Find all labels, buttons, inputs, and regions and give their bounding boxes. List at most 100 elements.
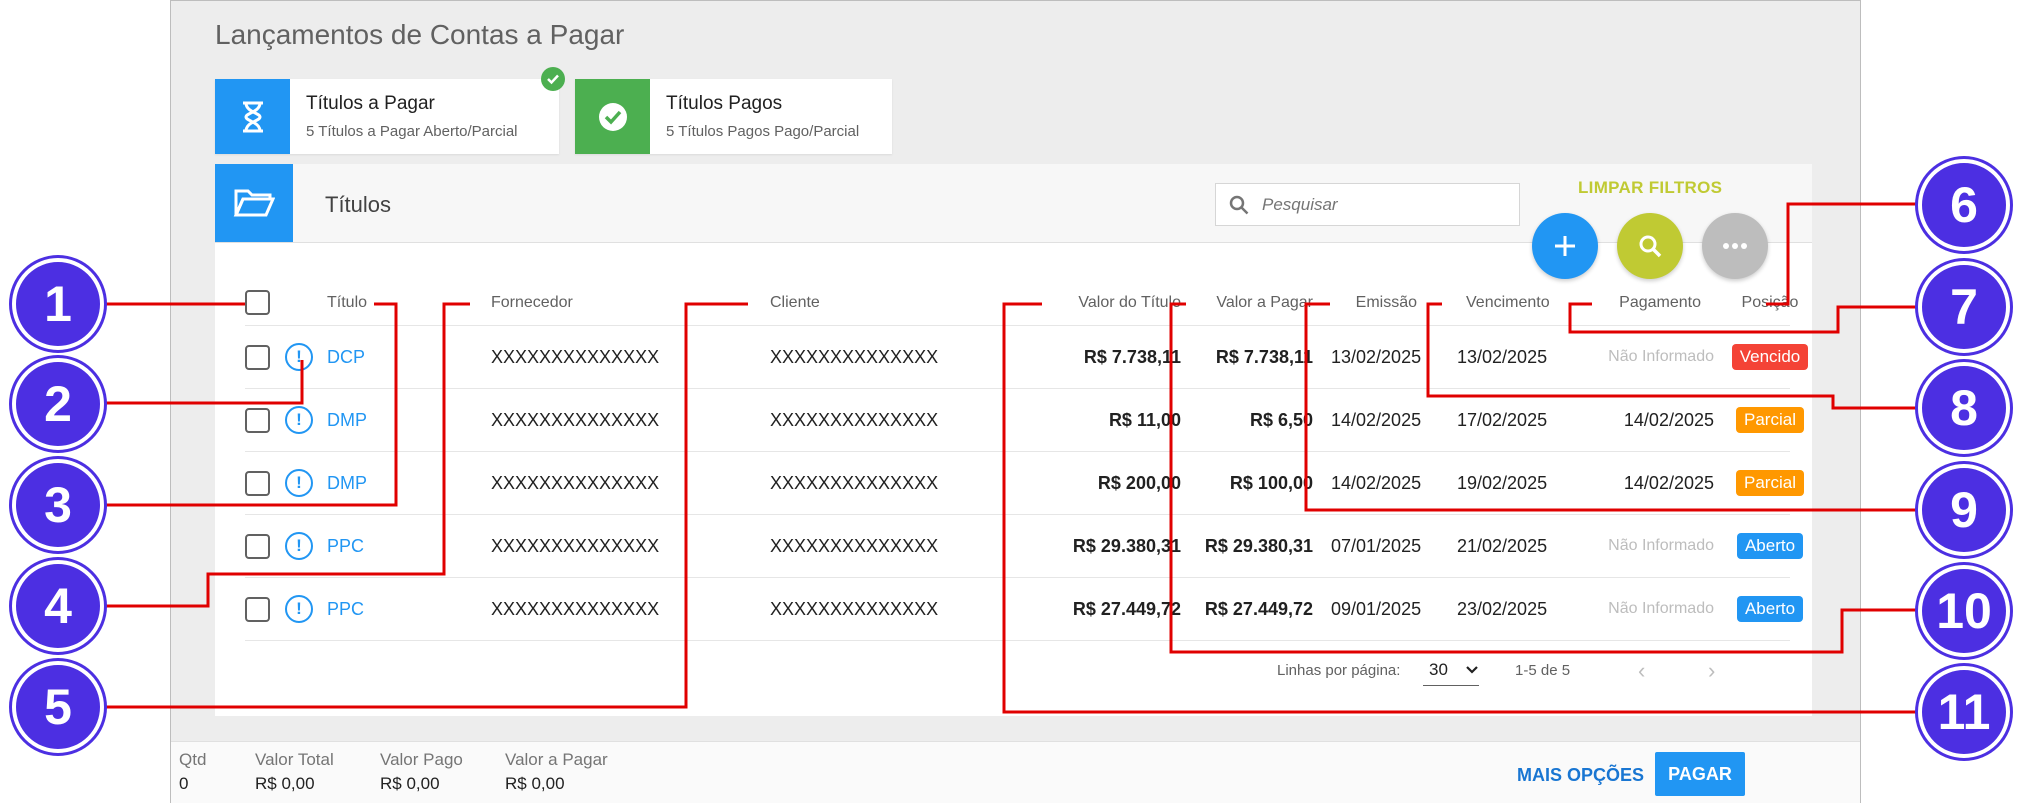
select-all-checkbox[interactable] <box>245 290 270 315</box>
titulo-link[interactable]: DCP <box>327 326 427 388</box>
titulo-link[interactable]: PPC <box>327 515 427 577</box>
search-icon <box>1639 235 1662 258</box>
total-label: Valor Total <box>255 750 334 769</box>
status-badge: Parcial <box>1736 470 1804 496</box>
card-title: Títulos a Pagar <box>306 93 435 114</box>
rows-per-page-label: Linhas por página: <box>1277 662 1401 679</box>
card-title: Títulos Pagos <box>666 93 783 114</box>
plus-icon <box>1555 236 1575 256</box>
titulo-link[interactable]: PPC <box>327 578 427 640</box>
emissao: 13/02/2025 <box>1331 346 1422 367</box>
warning-icon[interactable]: ! <box>285 595 313 623</box>
search-input[interactable] <box>1262 194 1502 215</box>
table-row[interactable]: ! PPC XXXXXXXXXXXXXX XXXXXXXXXXXXXX R$ 2… <box>245 578 1804 641</box>
col-pagamento[interactable]: Pagamento <box>1574 280 1701 325</box>
chevron-left-icon[interactable]: ‹ <box>1638 658 1645 684</box>
cliente: XXXXXXXXXXXXXX <box>770 346 939 367</box>
table-row[interactable]: ! DMP XXXXXXXXXXXXXX XXXXXXXXXXXXXX R$ 1… <box>245 389 1804 452</box>
annotation-marker-5: 5 <box>12 661 104 753</box>
pagamento: Não Informado <box>1608 348 1714 365</box>
footer-bar: Qtd 0 Valor Total R$ 0,00 Valor Pago R$ … <box>171 741 1860 803</box>
titles-panel: Títulos LIMPAR FILTROS <box>215 164 1812 716</box>
row-checkbox[interactable] <box>245 533 270 559</box>
emissao: 14/02/2025 <box>1331 472 1422 493</box>
page-title: Lançamentos de Contas a Pagar <box>215 19 625 50</box>
annotation-marker-9: 9 <box>1918 464 2010 556</box>
annotation-marker-11: 11 <box>1918 666 2010 758</box>
col-posicao[interactable]: Posição <box>1725 280 1815 325</box>
annotation-marker-6: 6 <box>1918 159 2010 251</box>
fornecedor: XXXXXXXXXXXXXX <box>491 409 660 430</box>
search-button[interactable] <box>1617 213 1683 279</box>
fornecedor: XXXXXXXXXXXXXX <box>491 598 660 619</box>
row-checkbox[interactable] <box>245 407 270 433</box>
table-row[interactable]: ! DMP XXXXXXXXXXXXXX XXXXXXXXXXXXXX R$ 2… <box>245 452 1804 515</box>
valor-pagar: R$ 6,50 <box>1249 409 1313 430</box>
vencimento: 21/02/2025 <box>1457 535 1548 556</box>
warning-icon[interactable]: ! <box>285 532 313 560</box>
more-options-button[interactable]: MAIS OPÇÕES <box>1517 765 1644 786</box>
row-checkbox[interactable] <box>245 470 270 496</box>
fornecedor: XXXXXXXXXXXXXX <box>491 346 660 367</box>
col-fornecedor[interactable]: Fornecedor <box>491 280 721 325</box>
table-row[interactable]: ! DCP XXXXXXXXXXXXXX XXXXXXXXXXXXXX R$ 7… <box>245 326 1809 389</box>
warning-icon[interactable]: ! <box>285 343 313 371</box>
qtd-label: Qtd <box>179 750 207 769</box>
rows-per-page-select[interactable]: 30 <box>1423 654 1479 686</box>
pagar-label: Valor a Pagar <box>505 750 608 769</box>
col-vencimento[interactable]: Vencimento <box>1457 280 1573 325</box>
warning-icon[interactable]: ! <box>285 469 313 497</box>
pagamento: 14/02/2025 <box>1623 472 1714 493</box>
panel-title: Títulos <box>325 192 392 217</box>
col-cliente[interactable]: Cliente <box>770 280 1000 325</box>
card-titulos-pagos[interactable]: Títulos Pagos 5 Títulos Pagos Pago/Parci… <box>575 79 892 154</box>
col-valor-titulo[interactable]: Valor do Título <box>1015 280 1181 325</box>
titulo-link[interactable]: DMP <box>327 389 427 451</box>
search-box[interactable] <box>1215 183 1520 226</box>
annotation-marker-8: 8 <box>1918 362 2010 454</box>
vencimento: 13/02/2025 <box>1457 346 1548 367</box>
vencimento: 23/02/2025 <box>1457 598 1548 619</box>
folder-open-icon <box>215 164 293 242</box>
emissao: 09/01/2025 <box>1331 598 1422 619</box>
vencimento: 19/02/2025 <box>1457 472 1548 493</box>
chevron-right-icon[interactable]: › <box>1708 658 1715 684</box>
qtd-value: 0 <box>179 774 189 793</box>
more-button[interactable] <box>1702 213 1768 279</box>
titles-table: Título Fornecedor Cliente Valor do Títul… <box>245 280 1809 641</box>
row-checkbox[interactable] <box>245 596 270 622</box>
col-emissao[interactable]: Emissão <box>1331 280 1417 325</box>
footer-valor-a-pagar: Valor a Pagar R$ 0,00 <box>505 750 608 794</box>
annotation-marker-3: 3 <box>12 459 104 551</box>
col-valor-pagar[interactable]: Valor a Pagar <box>1185 280 1313 325</box>
clear-filters-button[interactable]: LIMPAR FILTROS <box>1578 178 1722 198</box>
hourglass-icon <box>215 79 290 154</box>
table-row[interactable]: ! PPC XXXXXXXXXXXXXX XXXXXXXXXXXXXX R$ 2… <box>245 515 1804 578</box>
annotation-marker-1: 1 <box>12 258 104 350</box>
app-window: Lançamentos de Contas a Pagar Títulos a … <box>170 0 1861 803</box>
card-titulos-a-pagar[interactable]: Títulos a Pagar 5 Títulos a Pagar Aberto… <box>215 79 559 154</box>
pagar-value: R$ 0,00 <box>505 774 565 793</box>
valor-pagar: R$ 27.449,72 <box>1204 598 1313 619</box>
valor-titulo: R$ 29.380,31 <box>1072 535 1181 556</box>
add-button[interactable] <box>1532 213 1598 279</box>
col-titulo[interactable]: Título <box>327 280 427 325</box>
cliente: XXXXXXXXXXXXXX <box>770 409 939 430</box>
row-checkbox[interactable] <box>245 344 270 370</box>
cliente: XXXXXXXXXXXXXX <box>770 535 939 556</box>
card-subtitle: 5 Títulos a Pagar Aberto/Parcial <box>306 123 518 140</box>
chevron-down-icon <box>1466 665 1478 674</box>
warning-icon[interactable]: ! <box>285 406 313 434</box>
pago-value: R$ 0,00 <box>380 774 440 793</box>
pay-button[interactable]: PAGAR <box>1655 752 1745 796</box>
total-value: R$ 0,00 <box>255 774 315 793</box>
annotation-marker-10: 10 <box>1918 565 2010 657</box>
fornecedor: XXXXXXXXXXXXXX <box>491 472 660 493</box>
status-badge: Aberto <box>1736 596 1804 622</box>
valor-pagar: R$ 100,00 <box>1229 472 1313 493</box>
titulo-link[interactable]: DMP <box>327 452 427 514</box>
emissao: 07/01/2025 <box>1331 535 1422 556</box>
valor-titulo: R$ 7.738,11 <box>1083 346 1181 367</box>
status-badge: Vencido <box>1731 344 1809 370</box>
active-check-icon <box>541 67 565 91</box>
